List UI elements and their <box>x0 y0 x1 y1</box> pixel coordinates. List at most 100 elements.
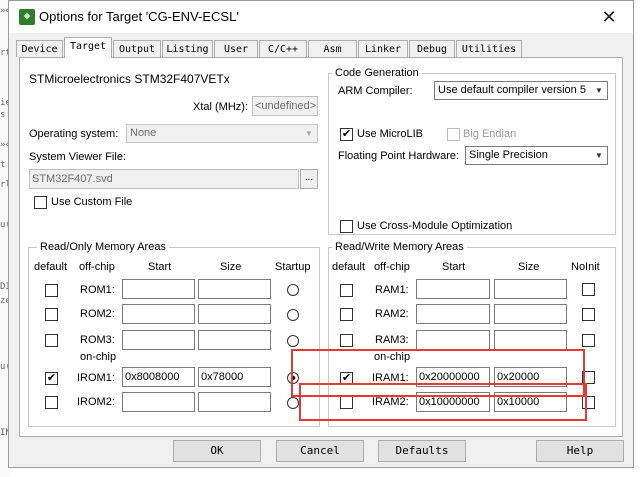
big-endian-label: Big Endian <box>463 128 517 140</box>
defaults-button[interactable]: Defaults <box>378 440 466 462</box>
os-value: None <box>130 127 157 139</box>
compiler-select[interactable]: Use default compiler version 5 ▼ <box>434 81 608 100</box>
ram2-label: RAM2: <box>375 308 409 320</box>
rom2-default-checkbox[interactable] <box>45 308 58 321</box>
bg-code-text: t <box>0 160 6 170</box>
ram3-label: RAM3: <box>375 334 409 346</box>
ram-legend: Read/Write Memory Areas <box>332 241 467 253</box>
rom2-label: ROM2: <box>80 308 115 320</box>
big-endian-checkbox[interactable] <box>447 128 460 141</box>
tab-utilities[interactable]: Utilities <box>456 40 522 57</box>
irom2-size-input[interactable] <box>198 392 271 412</box>
ram3-default-checkbox[interactable] <box>340 334 353 347</box>
tab-user[interactable]: User <box>214 40 258 57</box>
keil-app-icon <box>19 9 35 25</box>
os-label: Operating system: <box>29 128 119 140</box>
rom-header-start: Start <box>148 261 172 273</box>
xtal-label: Xtal (MHz): <box>193 101 248 113</box>
irom1-size-input[interactable]: 0x78000 <box>198 367 271 387</box>
rom-header-default: default <box>34 261 68 273</box>
rom-header-offchip: off-chip <box>79 261 115 273</box>
irom2-default-checkbox[interactable] <box>45 396 58 409</box>
rom2-size-input[interactable] <box>198 304 271 324</box>
window-title: Options for Target 'CG-ENV-ECSL' <box>39 9 239 24</box>
ram1-default-checkbox[interactable] <box>340 284 353 297</box>
os-select[interactable]: None ▼ <box>126 124 318 143</box>
microlib-checkbox[interactable]: ✔ <box>340 128 353 141</box>
rom3-startup-radio[interactable] <box>287 335 299 347</box>
options-dialog: Options for Target 'CG-ENV-ECSL' ✕ Devic… <box>8 0 634 468</box>
rom3-label: ROM3: <box>80 334 115 346</box>
rom1-label: ROM1: <box>80 284 115 296</box>
ram1-size-input[interactable] <box>494 279 567 299</box>
help-button[interactable]: Help <box>536 440 624 462</box>
irom2-startup-radio[interactable] <box>287 397 299 409</box>
ram2-noinit-checkbox[interactable] <box>582 308 595 321</box>
custom-file-label: Use Custom File <box>51 196 133 208</box>
rom3-start-input[interactable] <box>122 330 195 350</box>
ram3-size-input[interactable] <box>494 330 567 350</box>
rom-header-startup: Startup <box>275 261 311 273</box>
rom-legend: Read/Only Memory Areas <box>37 241 169 253</box>
sysviewer-label: System Viewer File: <box>29 151 126 163</box>
tab-cc[interactable]: C/C++ <box>259 40 307 57</box>
irom2-label: IROM2: <box>77 396 115 408</box>
cross-module-checkbox[interactable] <box>340 220 353 233</box>
compiler-value: Use default compiler version 5 <box>438 84 586 96</box>
ram-header-noinit: NoInit <box>571 261 600 273</box>
tab-linker[interactable]: Linker <box>358 40 408 57</box>
rom-onchip-label: on-chip <box>80 351 117 363</box>
highlight-box-iram2 <box>299 383 587 421</box>
fpu-value: Single Precision <box>469 149 548 161</box>
ram-header-size: Size <box>518 261 540 273</box>
rom3-size-input[interactable] <box>198 330 271 350</box>
ram3-start-input[interactable] <box>416 330 490 350</box>
close-icon[interactable]: ✕ <box>587 2 631 32</box>
rom2-start-input[interactable] <box>122 304 195 324</box>
ram-header-default: default <box>332 261 366 273</box>
tab-debug[interactable]: Debug <box>409 40 455 57</box>
code-generation-legend: Code Generation <box>332 67 422 79</box>
tab-output[interactable]: Output <box>113 40 161 57</box>
rom3-default-checkbox[interactable] <box>45 334 58 347</box>
rom1-start-input[interactable] <box>122 279 195 299</box>
xtal-input[interactable]: <undefined> <box>252 96 318 116</box>
fpu-select[interactable]: Single Precision ▼ <box>465 146 608 165</box>
fpu-label: Floating Point Hardware: <box>338 150 460 162</box>
microlib-label: Use MicroLIB <box>357 128 424 140</box>
rom-header-size: Size <box>220 261 242 273</box>
irom1-start-input[interactable]: 0x8008000 <box>122 367 195 387</box>
cross-module-label: Use Cross-Module Optimization <box>357 220 513 232</box>
chevron-down-icon: ▼ <box>595 151 603 160</box>
irom1-label: IROM1: <box>77 372 115 384</box>
ram1-start-input[interactable] <box>416 279 490 299</box>
tab-listing[interactable]: Listing <box>162 40 213 57</box>
sysviewer-browse-button[interactable]: ... <box>300 169 318 189</box>
rom2-startup-radio[interactable] <box>287 309 299 321</box>
ram3-noinit-checkbox[interactable] <box>582 334 595 347</box>
ok-button[interactable]: OK <box>173 440 261 462</box>
rom1-size-input[interactable] <box>198 279 271 299</box>
tab-device[interactable]: Device <box>16 40 63 57</box>
ram2-size-input[interactable] <box>494 304 567 324</box>
tab-asm[interactable]: Asm <box>308 40 357 57</box>
compiler-label: ARM Compiler: <box>338 85 413 97</box>
ram1-label: RAM1: <box>375 284 409 296</box>
custom-file-checkbox[interactable] <box>34 196 47 209</box>
irom2-start-input[interactable] <box>122 392 195 412</box>
rom1-default-checkbox[interactable] <box>45 284 58 297</box>
ram-header-start: Start <box>442 261 466 273</box>
chevron-down-icon: ▼ <box>595 86 603 95</box>
ram2-default-checkbox[interactable] <box>340 308 353 321</box>
device-name: STMicroelectronics STM32F407VETx <box>29 72 230 86</box>
cancel-button[interactable]: Cancel <box>276 440 364 462</box>
bg-code-text: s <box>0 110 6 120</box>
ram1-noinit-checkbox[interactable] <box>582 283 595 296</box>
title-bar[interactable]: Options for Target 'CG-ENV-ECSL' ✕ <box>9 1 633 33</box>
sysviewer-input[interactable]: STM32F407.svd <box>29 169 299 189</box>
rom1-startup-radio[interactable] <box>287 284 299 296</box>
ram2-start-input[interactable] <box>416 304 490 324</box>
irom1-default-checkbox[interactable]: ✔ <box>45 372 58 385</box>
tab-target[interactable]: Target <box>64 37 112 58</box>
ram-header-offchip: off-chip <box>374 261 410 273</box>
